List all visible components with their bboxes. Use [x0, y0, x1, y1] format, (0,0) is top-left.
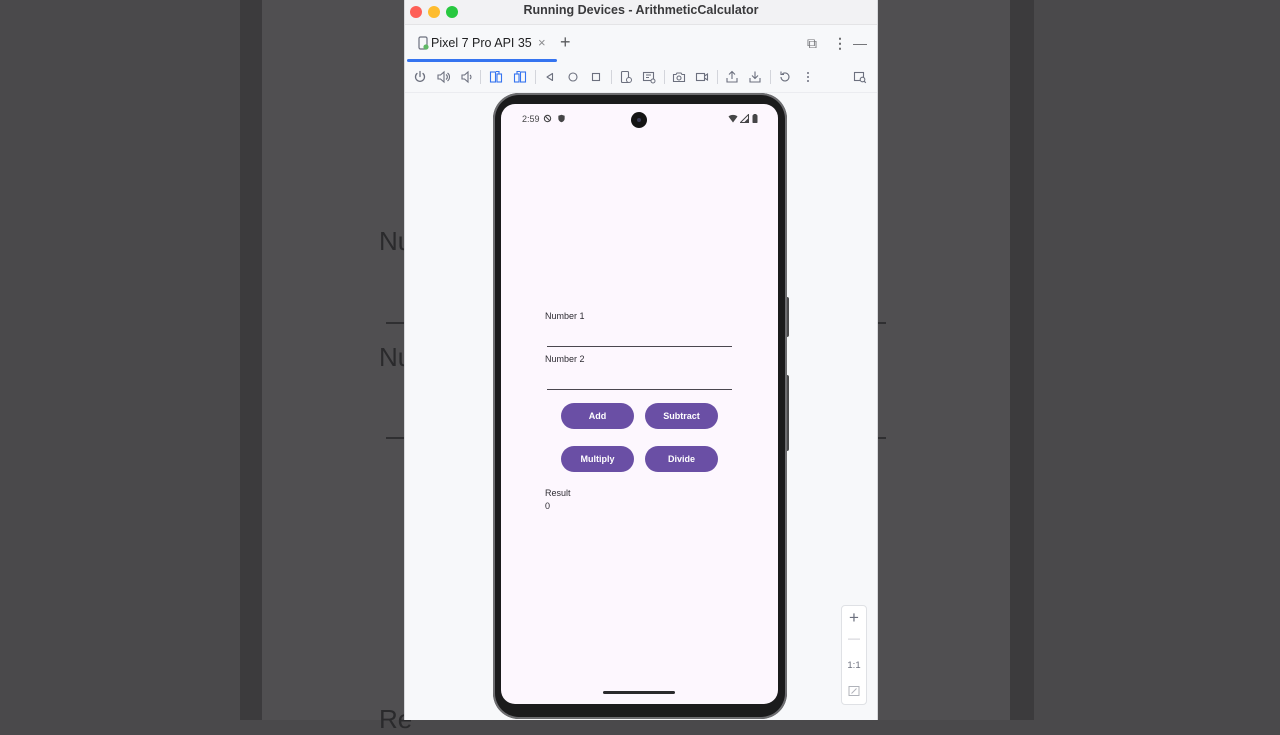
screenshot-camera-icon[interactable]: [672, 70, 686, 84]
hide-panel-icon[interactable]: —: [853, 35, 867, 51]
device-canvas: 2:59 Number 1 Number 2 Add Subtract Mult…: [405, 93, 877, 720]
front-camera: [631, 112, 647, 128]
screen-record-icon[interactable]: [695, 70, 709, 84]
toolbar-separator: [717, 70, 718, 84]
tab-bar: Pixel 7 Pro API 35 × + ⧉ ⋮ —: [405, 25, 877, 62]
dnd-icon: [543, 114, 552, 125]
home-icon[interactable]: [566, 70, 580, 84]
add-device-icon[interactable]: +: [560, 32, 571, 53]
inspect-device-icon[interactable]: [853, 70, 867, 84]
actual-size-button[interactable]: 1:1: [842, 660, 866, 671]
zoom-in-button[interactable]: +: [842, 608, 866, 628]
add-button[interactable]: Add: [561, 403, 634, 429]
number-2-label: Number 2: [545, 354, 585, 364]
tab-pixel-7-pro[interactable]: Pixel 7 Pro API 35 ×: [405, 25, 557, 62]
tab-label: Pixel 7 Pro API 35: [431, 36, 532, 50]
device-toolbar: [405, 62, 877, 93]
fit-screen-icon[interactable]: [842, 684, 866, 702]
toolbar-separator: [480, 70, 481, 84]
overview-icon[interactable]: [589, 70, 603, 84]
background-left-edge: [240, 0, 262, 720]
toolbar-separator: [611, 70, 612, 84]
rotate-left-icon[interactable]: [489, 70, 503, 84]
subtract-button[interactable]: Subtract: [645, 403, 718, 429]
toolbar-separator: [535, 70, 536, 84]
tab-close-icon[interactable]: ×: [538, 35, 546, 50]
device-screen[interactable]: 2:59 Number 1 Number 2 Add Subtract Mult…: [501, 104, 778, 704]
toolbar-separator: [664, 70, 665, 84]
snapshots-icon[interactable]: [642, 70, 656, 84]
device-manager-icon[interactable]: [619, 70, 633, 84]
window-title: Running Devices - ArithmeticCalculator: [523, 3, 759, 17]
wifi-icon: [728, 114, 738, 125]
number-1-label: Number 1: [545, 311, 585, 321]
number-1-underline: [547, 346, 732, 347]
download-icon[interactable]: [748, 70, 762, 84]
shield-icon: [557, 114, 566, 125]
volume-up-icon[interactable]: [436, 70, 450, 84]
volume-down-icon[interactable]: [459, 70, 473, 84]
multiply-button[interactable]: Multiply: [561, 446, 634, 472]
signal-icon: [739, 113, 749, 125]
number-2-input[interactable]: [547, 367, 732, 387]
toolbar-separator: [770, 70, 771, 84]
result-value: 0: [545, 501, 551, 511]
zoom-out-button[interactable]: —: [842, 631, 866, 645]
more-options-icon[interactable]: ⋮: [833, 35, 847, 52]
reset-icon[interactable]: [778, 70, 792, 84]
battery-icon: [752, 114, 758, 125]
back-icon[interactable]: [543, 70, 557, 84]
gesture-nav-handle[interactable]: [603, 691, 675, 694]
number-1-input[interactable]: [547, 324, 732, 344]
power-icon[interactable]: [413, 70, 427, 84]
rotate-right-icon[interactable]: [513, 70, 527, 84]
restore-layout-icon[interactable]: ⧉: [807, 35, 817, 52]
device-icon: [416, 36, 430, 50]
running-devices-window: Running Devices - ArithmeticCalculator P…: [404, 0, 878, 720]
result-label: Result: [545, 488, 571, 498]
more-actions-icon[interactable]: [801, 70, 815, 84]
number-2-underline: [547, 389, 732, 390]
upload-icon[interactable]: [725, 70, 739, 84]
divide-button[interactable]: Divide: [645, 446, 718, 472]
status-time: 2:59: [522, 114, 540, 124]
title-bar: Running Devices - ArithmeticCalculator: [405, 0, 877, 25]
zoom-controls: + — 1:1: [841, 605, 867, 705]
background-right-edge: [1010, 0, 1034, 720]
